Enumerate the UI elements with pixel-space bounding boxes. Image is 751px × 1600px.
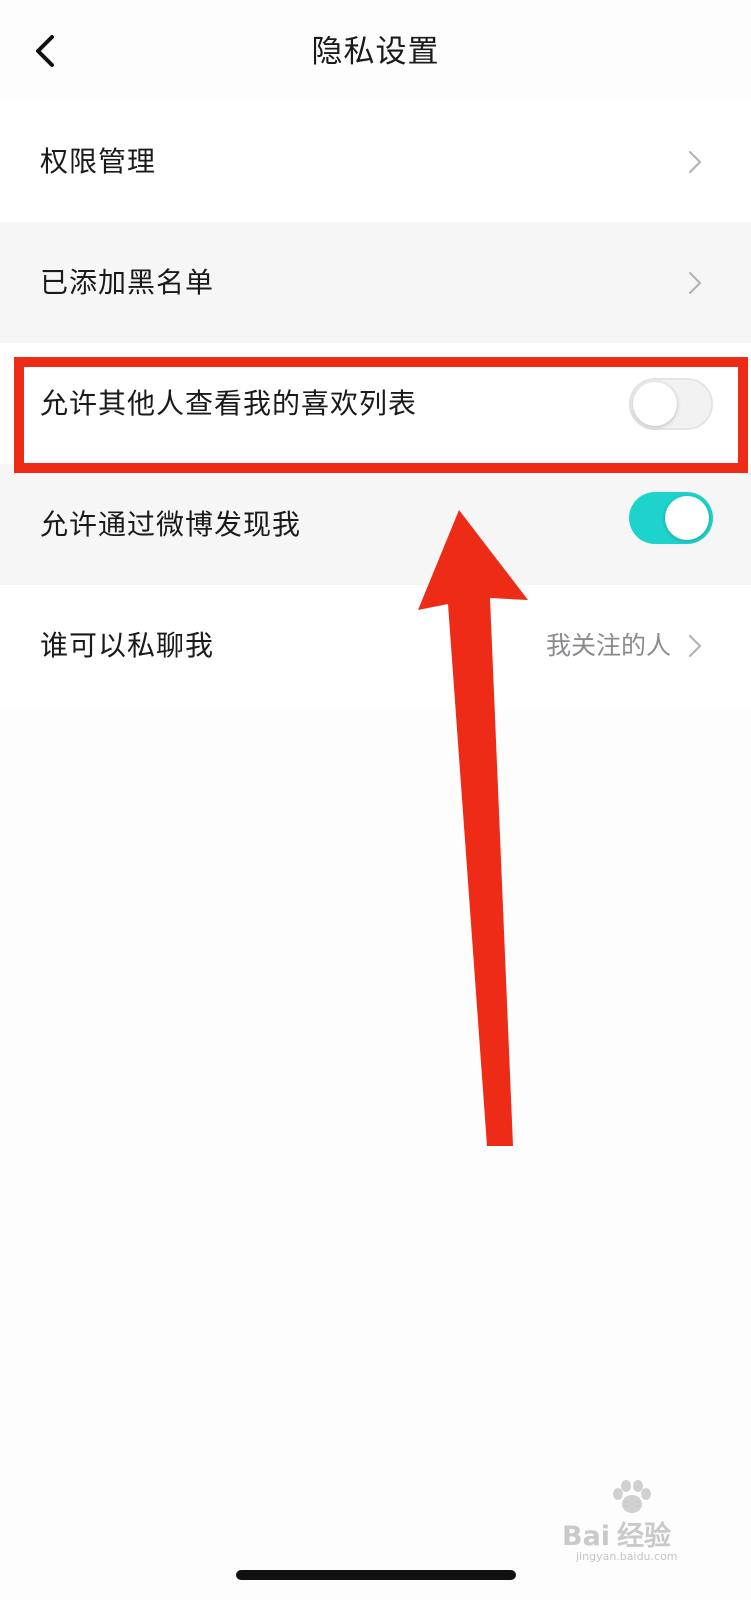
chevron-right-icon xyxy=(687,631,703,661)
show-likes-list-toggle[interactable] xyxy=(629,378,713,430)
toggle-knob xyxy=(633,382,677,426)
back-button[interactable] xyxy=(22,26,72,76)
toggle-knob xyxy=(665,496,709,540)
row-label: 权限管理 xyxy=(40,145,157,178)
watermark-brand: Bai 经验 xyxy=(562,1521,672,1552)
row-label: 允许其他人查看我的喜欢列表 xyxy=(40,387,418,420)
show-likes-list-row: 允许其他人查看我的喜欢列表 xyxy=(0,343,751,465)
nav-bar: 隐私设置 xyxy=(0,0,751,104)
row-label: 已添加黑名单 xyxy=(40,266,215,299)
home-indicator xyxy=(236,1570,516,1580)
page-title: 隐私设置 xyxy=(311,34,440,70)
chevron-right-icon xyxy=(687,147,703,177)
permission-management-row[interactable]: 权限管理 xyxy=(0,101,751,223)
chevron-left-icon xyxy=(36,35,54,67)
current-selection-value: 我关注的人 xyxy=(545,631,671,660)
paw-icon xyxy=(613,1480,651,1513)
row-label: 谁可以私聊我 xyxy=(40,629,215,662)
discover-via-weibo-row: 允许通过微博发现我 xyxy=(0,464,751,586)
private-message-permission-row[interactable]: 谁可以私聊我 我关注的人 xyxy=(0,585,751,707)
discover-via-weibo-toggle[interactable] xyxy=(629,492,713,544)
blacklist-row[interactable]: 已添加黑名单 xyxy=(0,222,751,344)
row-label: 允许通过微博发现我 xyxy=(40,508,302,541)
chevron-right-icon xyxy=(687,268,703,298)
baidu-jingyan-watermark: Bai 经验 jingyan.baidu.com xyxy=(560,1480,730,1563)
watermark-url: jingyan.baidu.com xyxy=(576,1550,678,1563)
